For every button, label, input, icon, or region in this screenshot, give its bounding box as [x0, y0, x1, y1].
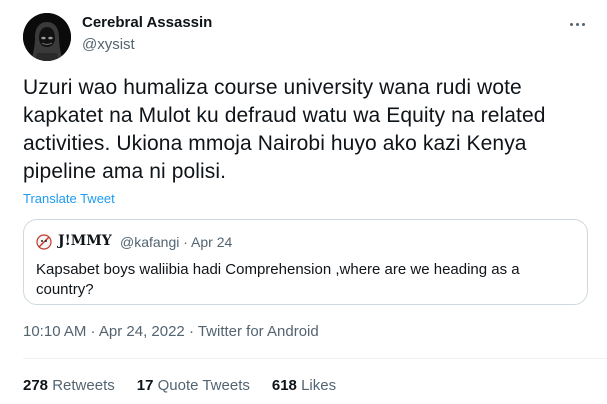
quote-tweets-count: 17 [136, 377, 154, 394]
retweets-count: 278 [23, 377, 49, 394]
quote-author-name: J!MMY [58, 233, 112, 249]
translate-tweet-link[interactable]: Translate Tweet [23, 191, 115, 206]
quote-author-handle-date: @kafangi · Apr 24 [120, 234, 233, 250]
more-options-button[interactable] [565, 14, 589, 34]
quote-tweets-label: Quote Tweets [157, 377, 250, 394]
quote-text: Kapsabet boys waliibia hadi Comprehensio… [36, 261, 520, 298]
tweet-text: Uzuri wao humaliza course university wan… [23, 76, 546, 183]
more-dots-icon [569, 22, 573, 26]
engagement-stats: 278 Retweets 17 Quote Tweets 618 Likes [23, 377, 336, 394]
author-avatar[interactable] [23, 13, 71, 61]
likes-label: Likes [301, 377, 337, 394]
author-handle[interactable]: @xysist [82, 36, 135, 53]
emoji-avatar-icon [36, 234, 52, 250]
retweets-label: Retweets [52, 377, 115, 394]
likes-stat[interactable]: 618 Likes [272, 377, 336, 394]
quote-tweets-stat[interactable]: 17 Quote Tweets [137, 377, 250, 394]
likes-count: 618 [271, 377, 297, 394]
retweets-stat[interactable]: 278 Retweets [23, 377, 115, 394]
tweet-timestamp[interactable]: 10:10 AM · Apr 24, 2022 · Twitter for An… [23, 323, 319, 340]
divider [23, 358, 607, 359]
quoted-tweet-card[interactable]: J!MMY @kafangi · Apr 24 Kapsabet boys wa… [23, 219, 588, 305]
quote-author-avatar [36, 234, 52, 250]
author-name[interactable]: Cerebral Assassin [82, 14, 212, 31]
hooded-figure-icon [23, 13, 71, 61]
